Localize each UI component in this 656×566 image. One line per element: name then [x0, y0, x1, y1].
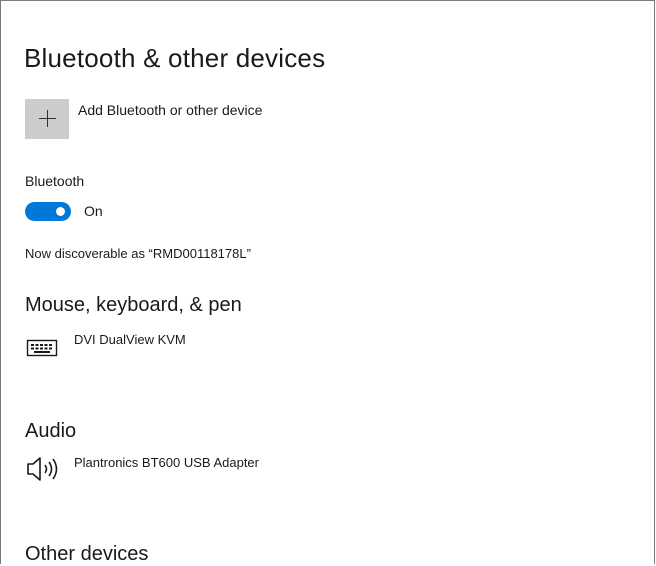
bluetooth-label: Bluetooth	[25, 173, 85, 189]
plus-icon	[39, 110, 56, 127]
discoverable-text: Now discoverable as “RMD00118178L”	[25, 246, 251, 261]
section-heading-mouse-keyboard-pen: Mouse, keyboard, & pen	[25, 294, 242, 316]
device-name: Plantronics BT600 USB Adapter	[74, 455, 259, 470]
bluetooth-state-label: On	[84, 203, 103, 219]
section-heading-other-devices: Other devices	[25, 543, 149, 565]
add-device-button[interactable]	[25, 99, 69, 139]
add-device-label[interactable]: Add Bluetooth or other device	[78, 102, 262, 118]
section-heading-audio: Audio	[25, 420, 77, 442]
device-item-dvi-dualview-kvm[interactable]: DVI DualView KVM	[25, 331, 425, 365]
keyboard-icon	[25, 331, 59, 366]
settings-window: Bluetooth & other devices Add Bluetooth …	[0, 0, 655, 565]
device-item-plantronics-bt600[interactable]: Plantronics BT600 USB Adapter	[25, 454, 425, 488]
device-name: DVI DualView KVM	[74, 332, 186, 347]
toggle-knob	[56, 207, 65, 216]
bluetooth-toggle[interactable]	[25, 202, 71, 221]
page-title: Bluetooth & other devices	[24, 43, 326, 73]
speaker-icon	[25, 454, 65, 489]
